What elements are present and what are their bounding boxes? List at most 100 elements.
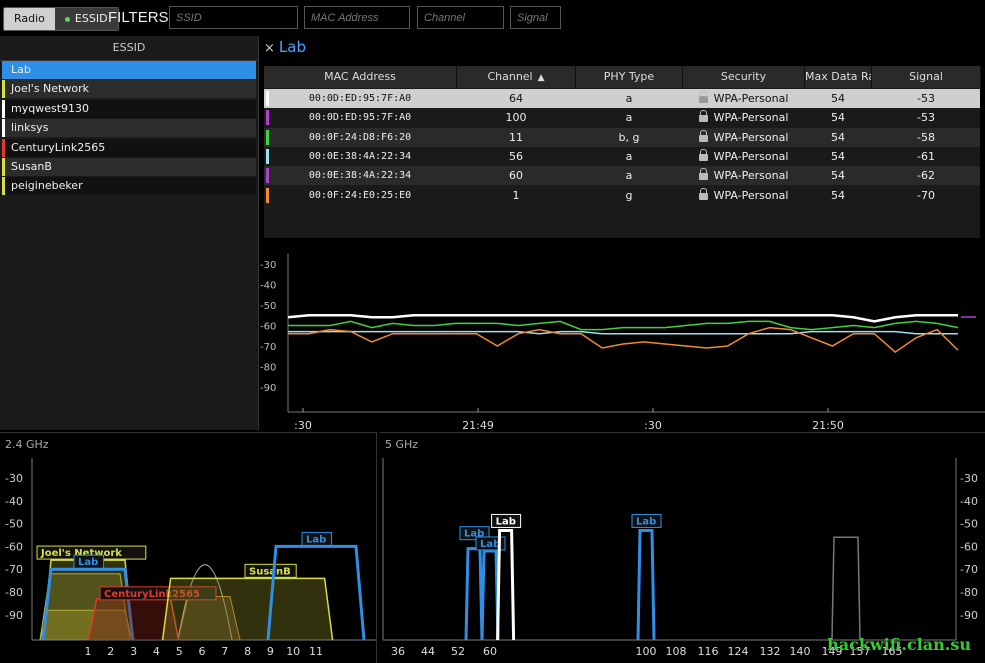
x-tick-label: 52 xyxy=(451,645,465,658)
y-tick-label: -80 xyxy=(5,586,23,599)
x-tick-label: 44 xyxy=(421,645,435,658)
table-row[interactable]: 00:0D:ED:95:7F:A0 100 a WPA-Personal 54 -53 xyxy=(264,108,980,127)
security-label: WPA-Personal xyxy=(713,111,789,125)
x-tick-label: 60 xyxy=(483,645,497,658)
essid-list-item[interactable]: CenturyLink2565 xyxy=(2,138,256,157)
cell-mac: 00:0F:24:E0:25:E0 xyxy=(308,189,412,201)
network-channel-shape xyxy=(161,577,334,641)
y-tick-label: -30 xyxy=(260,260,276,271)
x-tick-label: 21:49 xyxy=(462,419,494,432)
cell-signal: -53 xyxy=(917,111,935,125)
signal-filter-input[interactable] xyxy=(510,6,561,29)
lock-icon xyxy=(698,148,708,161)
table-row[interactable]: 00:0F:24:D8:F6:20 11 b, g WPA-Personal 54 -58 xyxy=(264,127,980,147)
x-tick-label: :30 xyxy=(644,419,662,432)
security-label: WPA-Personal xyxy=(713,188,789,202)
view-toggle: Radio ESSID xyxy=(3,7,119,31)
y-tick-label: -70 xyxy=(260,342,276,353)
cell-security: WPA-Personal xyxy=(683,108,804,127)
network-label-text: Lab xyxy=(306,534,326,545)
close-icon[interactable]: × xyxy=(264,41,275,56)
band-5ghz-panel: 5 GHz -30 -40 -50 -60 -70 -80 -90 36 44 52 60 100 10… xyxy=(380,432,985,663)
y-tick-label: -40 xyxy=(260,281,276,292)
y-tick-label: -70 xyxy=(5,563,23,576)
essid-view-label: ESSID xyxy=(74,12,108,25)
y-tick-label: -50 xyxy=(260,301,276,312)
y-tick-label: -30 xyxy=(960,472,978,485)
column-header[interactable]: Channel ▲ xyxy=(457,66,576,88)
x-tick-label: 6 xyxy=(199,645,206,658)
cell-security: WPA-Personal xyxy=(683,166,804,185)
essid-list-item[interactable]: linksys xyxy=(2,119,256,138)
column-header-label: Signal xyxy=(909,70,943,83)
network-channel-shape xyxy=(496,528,516,641)
x-tick-label: 8 xyxy=(244,645,251,658)
cell-signal: -53 xyxy=(917,92,935,105)
y-tick-label: -40 xyxy=(5,495,23,508)
network-title-label: Lab xyxy=(278,38,306,56)
cell-channel: 1 xyxy=(512,188,520,202)
cell-mac: 00:0E:38:4A:22:34 xyxy=(308,170,412,182)
network-label[interactable]: Lab xyxy=(301,531,333,546)
network-label-text: Lab xyxy=(636,516,656,527)
essid-list-panel: ESSID Lab Joel's Network myqwest9130 linksy… xyxy=(0,36,259,430)
y-tick-label: -50 xyxy=(960,518,978,531)
table-row[interactable]: 00:0D:ED:95:7F:A0 64 a WPA-Personal 54 -53 xyxy=(264,89,980,108)
essid-list-item[interactable]: peiginebeker xyxy=(2,177,256,196)
radio-view-button[interactable]: Radio xyxy=(4,8,55,30)
x-tick-label: 124 xyxy=(728,645,749,658)
cell-signal: -58 xyxy=(917,130,935,144)
network-title: × Lab xyxy=(264,38,306,56)
essid-list-header: ESSID xyxy=(0,36,258,61)
column-header[interactable]: Security xyxy=(683,66,805,88)
network-label[interactable]: Lab xyxy=(73,554,105,569)
cell-channel: 60 xyxy=(509,169,523,183)
y-tick-label: -50 xyxy=(5,518,23,531)
network-label[interactable]: SusanB xyxy=(244,563,297,578)
lock-icon xyxy=(698,168,708,181)
essid-list-item[interactable]: Joel's Network xyxy=(2,80,256,99)
essid-list-item[interactable]: SusanB xyxy=(2,158,256,176)
essid-list-item[interactable]: Lab xyxy=(2,61,256,79)
table-row[interactable]: 00:0E:38:4A:22:34 56 a WPA-Personal 54 -61 xyxy=(264,147,980,166)
cell-security: WPA-Personal xyxy=(683,89,804,108)
column-header[interactable]: Signal xyxy=(872,66,981,88)
y-tick-label: -60 xyxy=(260,322,276,333)
column-header-label: PHY Type xyxy=(603,70,655,83)
cell-phy: g xyxy=(625,188,633,202)
mac-filter-input[interactable] xyxy=(304,6,410,29)
ssid-filter-input[interactable] xyxy=(169,6,298,29)
cell-mac: 00:0D:ED:95:7F:A0 xyxy=(308,93,412,104)
x-tick-label: 9 xyxy=(267,645,274,658)
network-label-text: Lab xyxy=(496,516,516,527)
network-channel-shape xyxy=(831,536,861,641)
cell-channel: 11 xyxy=(509,130,523,144)
network-label-text: Lab xyxy=(78,557,98,568)
column-header-label: Security xyxy=(720,70,767,83)
network-label[interactable]: Lab xyxy=(491,513,522,528)
cell-rate: 54 xyxy=(831,111,845,125)
column-header[interactable]: Max Data Ra xyxy=(805,66,872,88)
cell-mac: 00:0D:ED:95:7F:A0 xyxy=(308,112,412,124)
cell-rate: 54 xyxy=(831,188,845,202)
table-row[interactable]: 00:0E:38:4A:22:34 60 a WPA-Personal 54 -62 xyxy=(264,166,980,186)
table-row[interactable]: 00:0F:24:E0:25:E0 1 g WPA-Personal 54 -70 xyxy=(264,186,980,205)
filters-label: FILTERS: xyxy=(108,9,173,26)
channel-filter-input[interactable] xyxy=(417,6,504,29)
signal-series-line xyxy=(288,320,959,331)
essid-list-item[interactable]: myqwest9130 xyxy=(2,99,256,118)
x-tick-label: 3 xyxy=(130,645,137,658)
security-label: WPA-Personal xyxy=(713,130,789,144)
cell-phy: a xyxy=(625,149,633,163)
y-tick-label: -30 xyxy=(5,472,23,485)
cell-signal: -70 xyxy=(917,188,935,202)
column-header[interactable]: PHY Type xyxy=(576,66,683,88)
y-tick-label: -90 xyxy=(5,609,23,622)
cell-rate: 54 xyxy=(831,130,845,144)
network-label[interactable]: Lab xyxy=(631,513,662,528)
cell-rate: 54 xyxy=(831,149,845,163)
toolbar: Radio ESSID FILTERS: xyxy=(0,0,985,36)
lock-icon xyxy=(698,129,708,142)
column-header[interactable]: MAC Address xyxy=(264,66,457,88)
x-tick-label: 5 xyxy=(176,645,183,658)
